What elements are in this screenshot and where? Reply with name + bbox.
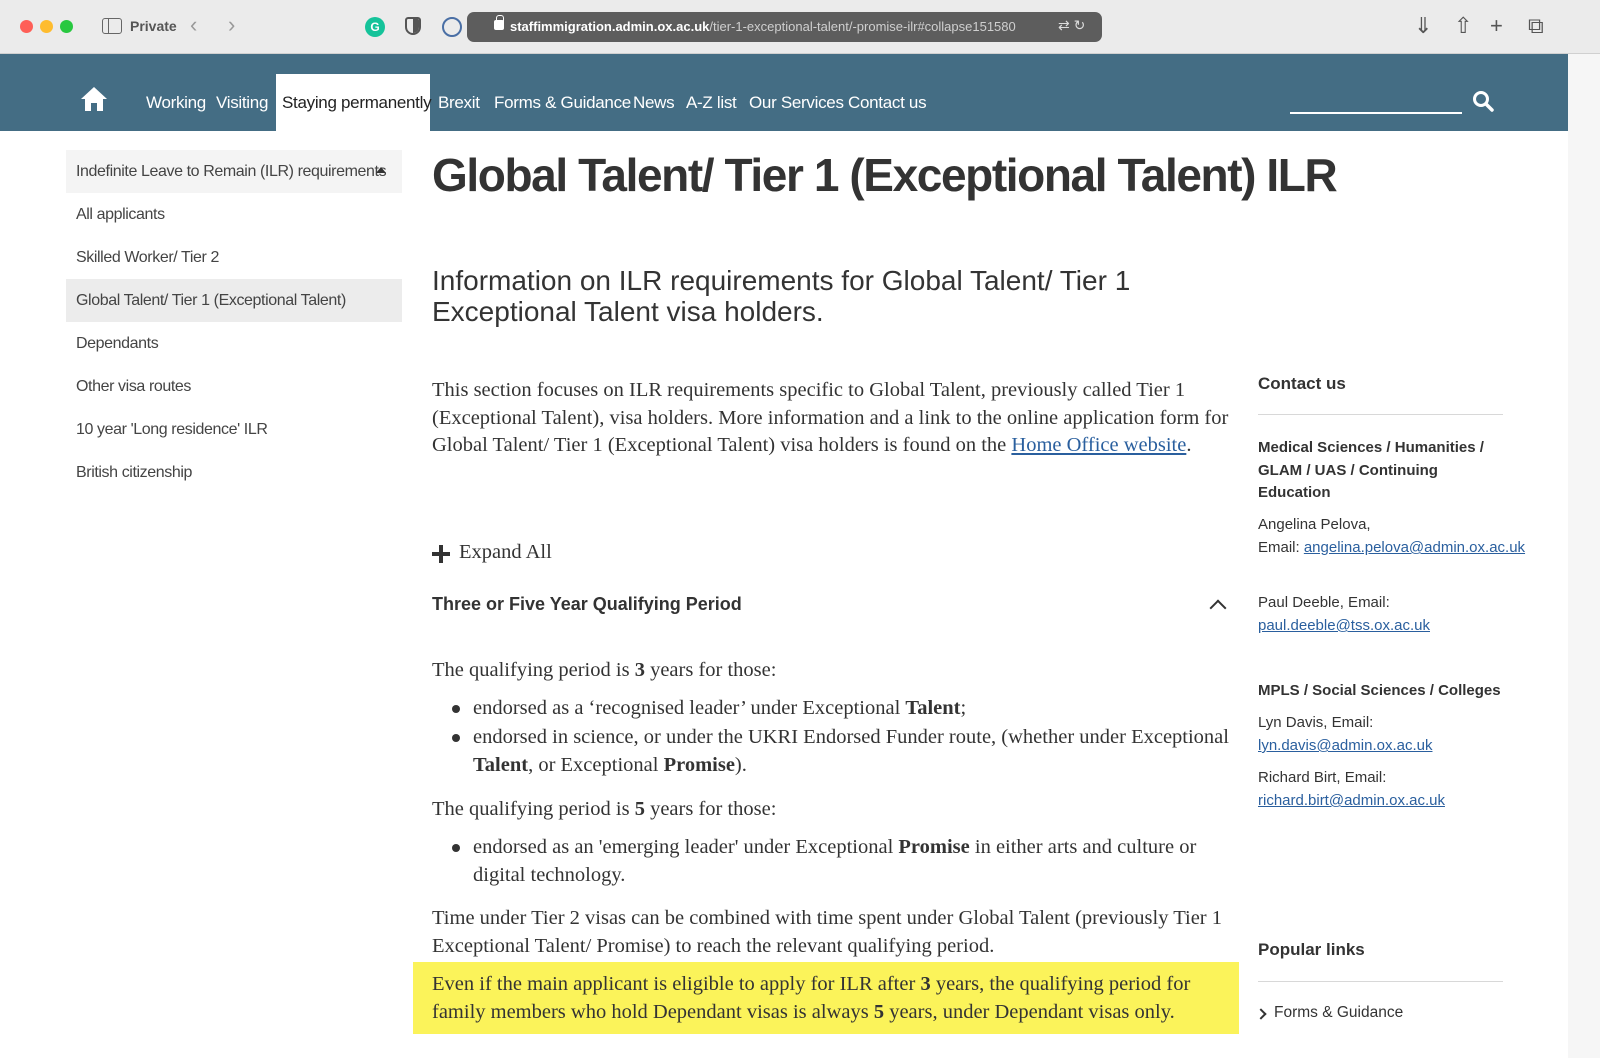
section-sidebar: Indefinite Leave to Remain (ILR) require… bbox=[66, 150, 402, 494]
search-icon[interactable] bbox=[1472, 90, 1494, 112]
nav-contact-us[interactable]: Contact us bbox=[842, 74, 932, 131]
nav-staying-permanently[interactable]: Staying permanently bbox=[276, 74, 432, 131]
contact-name: Richard Birt, Email: bbox=[1258, 769, 1387, 786]
tab-overview-icon[interactable]: ⧉ bbox=[1528, 13, 1544, 39]
list-item: endorsed as an 'emerging leader' under E… bbox=[473, 836, 1197, 886]
grammarly-icon[interactable]: G bbox=[365, 17, 385, 37]
private-label: Private bbox=[130, 18, 177, 34]
close-window-button[interactable] bbox=[20, 20, 33, 33]
bullet-icon bbox=[452, 844, 460, 852]
home-office-link[interactable]: Home Office website bbox=[1011, 434, 1186, 456]
qualifying-3-years-text: The qualifying period is 3 years for tho… bbox=[432, 659, 777, 681]
contact-group-medical: Medical Sciences / Humanities / GLAM / U… bbox=[1258, 439, 1484, 501]
home-icon[interactable] bbox=[80, 86, 108, 112]
popular-links-heading: Popular links bbox=[1258, 940, 1365, 959]
intro-paragraph: This section focuses on ILR requirements… bbox=[432, 379, 1229, 456]
chevron-right-icon bbox=[1255, 1008, 1267, 1020]
minimize-window-button[interactable] bbox=[40, 20, 53, 33]
expand-all-button[interactable]: Expand All bbox=[459, 541, 552, 564]
dependants-note-text: Even if the main applicant is eligible t… bbox=[432, 973, 1191, 1023]
contact-group-mpls: MPLS / Social Sciences / Colleges bbox=[1258, 682, 1501, 699]
sidebar-item-british-citizenship[interactable]: British citizenship bbox=[66, 451, 402, 494]
list-item: endorsed in science, or under the UKRI E… bbox=[473, 726, 1229, 776]
lock-icon bbox=[494, 15, 504, 30]
email-link[interactable]: paul.deeble@tss.ox.ac.uk bbox=[1258, 617, 1430, 634]
new-tab-icon[interactable]: + bbox=[1490, 13, 1503, 39]
sidebar-item-label: Indefinite Leave to Remain (ILR) require… bbox=[76, 163, 387, 180]
back-icon[interactable]: ‹ bbox=[190, 14, 197, 36]
sidebar-item-dependants[interactable]: Dependants bbox=[66, 322, 402, 365]
sidebar-item-global-talent[interactable]: Global Talent/ Tier 1 (Exceptional Talen… bbox=[66, 279, 402, 322]
zoom-window-button[interactable] bbox=[60, 20, 73, 33]
caret-up-icon bbox=[376, 167, 386, 173]
contact-email-line: lyn.davis@admin.ox.ac.uk bbox=[1258, 735, 1432, 758]
forward-icon[interactable]: › bbox=[228, 14, 235, 36]
bullet-icon bbox=[452, 734, 460, 742]
divider bbox=[1258, 981, 1503, 982]
contact-name: Paul Deeble, Email: bbox=[1258, 594, 1390, 611]
site-search-input[interactable] bbox=[1290, 112, 1462, 114]
nav-forms-guidance[interactable]: Forms & Guidance bbox=[488, 74, 637, 131]
shield-icon[interactable] bbox=[405, 17, 421, 35]
contact-email-line: Email: angelina.pelova@admin.ox.ac.uk bbox=[1258, 539, 1526, 556]
email-link[interactable]: richard.birt@admin.ox.ac.uk bbox=[1258, 792, 1445, 809]
sidebar-item-other-visa-routes[interactable]: Other visa routes bbox=[66, 365, 402, 408]
tier2-combination-text: Time under Tier 2 visas can be combined … bbox=[432, 907, 1223, 957]
popular-link-forms-guidance[interactable]: Forms & Guidance bbox=[1274, 1004, 1403, 1022]
nav-our-services[interactable]: Our Services bbox=[743, 74, 850, 131]
contact-name: Lyn Davis, Email: bbox=[1258, 714, 1374, 731]
qualifying-5-years-text: The qualifying period is 5 years for tho… bbox=[432, 798, 777, 820]
sidebar-item-skilled-worker[interactable]: Skilled Worker/ Tier 2 bbox=[66, 236, 402, 279]
page-title: Global Talent/ Tier 1 (Exceptional Talen… bbox=[432, 149, 1338, 201]
nav-news[interactable]: News bbox=[627, 74, 680, 131]
privacy-report-icon[interactable] bbox=[442, 17, 462, 37]
sidebar-item-long-residence[interactable]: 10 year 'Long residence' ILR bbox=[66, 408, 402, 451]
bullet-icon bbox=[452, 705, 460, 713]
download-icon[interactable]: ⇓ bbox=[1414, 13, 1432, 39]
chevron-up-icon[interactable] bbox=[1209, 599, 1227, 617]
share-icon[interactable]: ⇧ bbox=[1454, 13, 1472, 39]
nav-visiting[interactable]: Visiting bbox=[210, 74, 274, 131]
contact-email-line: richard.birt@admin.ox.ac.uk bbox=[1258, 790, 1445, 813]
email-link[interactable]: angelina.pelova@admin.ox.ac.uk bbox=[1304, 539, 1525, 556]
nav-working[interactable]: Working bbox=[140, 74, 212, 131]
list-item: endorsed as a ‘recognised leader’ under … bbox=[473, 697, 967, 719]
divider bbox=[1258, 414, 1503, 415]
nav-a-z-list[interactable]: A-Z list bbox=[680, 74, 742, 131]
contact-heading: Contact us bbox=[1258, 374, 1346, 393]
url-text[interactable]: staffimmigration.admin.ox.ac.uk/tier-1-e… bbox=[510, 19, 1045, 34]
sidebar-toggle-icon[interactable] bbox=[102, 18, 122, 34]
contact-email-line: paul.deeble@tss.ox.ac.uk bbox=[1258, 615, 1430, 638]
accordion-title[interactable]: Three or Five Year Qualifying Period bbox=[432, 594, 742, 615]
page-subtitle: Information on ILR requirements for Glob… bbox=[432, 265, 1131, 327]
translate-reload-icons[interactable]: ⇄ ↻ bbox=[1058, 17, 1085, 34]
sidebar-item-ilr-requirements[interactable]: Indefinite Leave to Remain (ILR) require… bbox=[66, 150, 402, 193]
email-link[interactable]: lyn.davis@admin.ox.ac.uk bbox=[1258, 737, 1432, 754]
page-scrollbar[interactable] bbox=[1568, 54, 1600, 1058]
plus-icon[interactable] bbox=[432, 545, 450, 563]
sidebar-item-all-applicants[interactable]: All applicants bbox=[66, 193, 402, 236]
nav-brexit[interactable]: Brexit bbox=[432, 74, 486, 131]
contact-name: Angelina Pelova, bbox=[1258, 516, 1371, 533]
